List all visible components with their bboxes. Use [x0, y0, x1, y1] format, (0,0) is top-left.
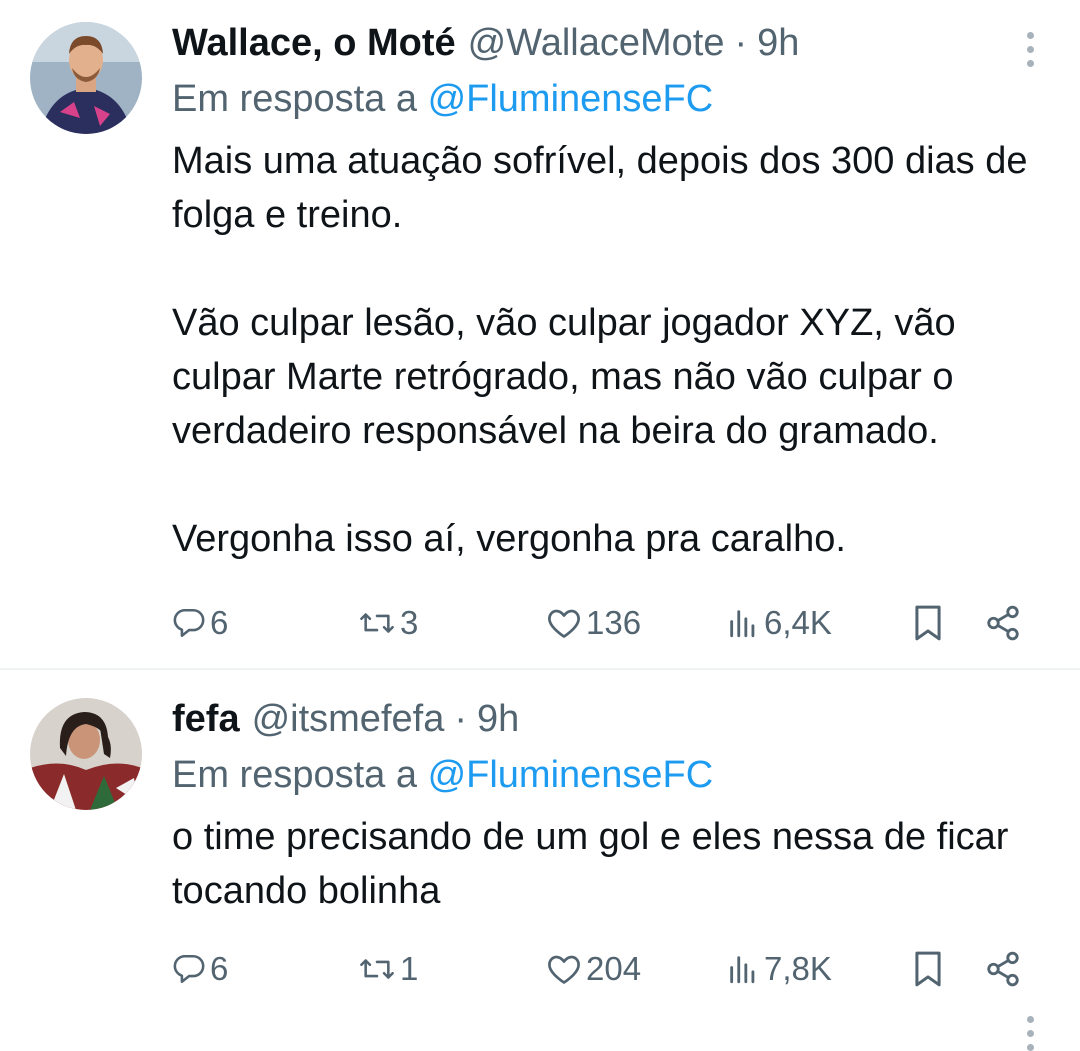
reply-context: Em resposta a @FluminenseFC: [172, 754, 1052, 796]
like-button[interactable]: 136: [546, 598, 641, 648]
tweet-header: Wallace, o Moté @WallaceMote · 9h: [172, 22, 1052, 64]
share-button[interactable]: [984, 944, 1022, 994]
tweet-paragraph: o time precisando de um gol e eles nessa…: [172, 816, 1009, 912]
more-vertical-icon[interactable]: [1024, 32, 1036, 67]
like-button[interactable]: 204: [546, 944, 641, 994]
reply-icon: [173, 608, 205, 638]
reply-prefix: Em resposta a: [172, 754, 417, 796]
avatar-photo: [30, 698, 142, 810]
action-bar: 6 1 204 7,8K: [172, 944, 1030, 994]
bookmark-icon: [915, 951, 941, 987]
views-button[interactable]: 6,4K: [726, 598, 832, 648]
display-name[interactable]: fefa: [172, 698, 240, 740]
reply-context: Em resposta a @FluminenseFC: [172, 78, 1052, 120]
display-name[interactable]: Wallace, o Moté: [172, 22, 456, 64]
views-icon: [730, 610, 755, 638]
avatar[interactable]: [30, 22, 142, 134]
like-count: 136: [586, 604, 642, 641]
repost-count: 3: [400, 604, 419, 641]
share-icon: [987, 605, 1019, 641]
tweet-text: Mais uma atuação sofrível, depois dos 30…: [172, 134, 1052, 566]
tweet-text: o time precisando de um gol e eles nessa…: [172, 810, 1052, 918]
separator: ·: [454, 698, 467, 740]
reply-icon: [173, 954, 205, 984]
tweet-paragraph: Vergonha isso aí, vergonha pra caralho.: [172, 518, 846, 560]
views-button[interactable]: 7,8K: [726, 944, 832, 994]
avatar-photo: [30, 22, 142, 134]
reply-prefix: Em resposta a: [172, 78, 417, 120]
bookmark-icon: [915, 605, 941, 641]
reply-count: 6: [210, 950, 229, 987]
reply-mention-link[interactable]: @FluminenseFC: [428, 754, 714, 796]
tweet[interactable]: Wallace, o Moté @WallaceMote · 9h Em res…: [0, 0, 1080, 670]
timestamp[interactable]: 9h: [757, 22, 799, 64]
heart-icon: [548, 609, 580, 638]
repost-button[interactable]: 3: [358, 598, 418, 648]
tweet-paragraph: Vão culpar lesão, vão culpar jogador XYZ…: [172, 302, 956, 452]
views-icon: [730, 956, 755, 984]
repost-button[interactable]: 1: [358, 944, 418, 994]
reply-button[interactable]: 6: [172, 944, 228, 994]
repost-icon: [360, 613, 394, 633]
action-bar: 6 3 136 6,4K: [172, 598, 1030, 648]
timestamp[interactable]: 9h: [477, 698, 519, 740]
reply-count: 6: [210, 604, 229, 641]
bookmark-button[interactable]: [912, 598, 944, 648]
like-count: 204: [586, 950, 642, 987]
share-icon: [987, 951, 1019, 987]
user-handle[interactable]: @itsmefefa: [252, 698, 445, 740]
tweet-paragraph: Mais uma atuação sofrível, depois dos 30…: [172, 140, 1028, 236]
view-count: 6,4K: [764, 604, 832, 641]
avatar[interactable]: [30, 698, 142, 810]
separator: ·: [734, 22, 748, 64]
repost-icon: [360, 959, 394, 979]
reply-mention-link[interactable]: @FluminenseFC: [428, 78, 714, 120]
repost-count: 1: [400, 950, 419, 987]
heart-icon: [548, 955, 580, 984]
user-handle[interactable]: @WallaceMote: [468, 22, 725, 64]
view-count: 7,8K: [764, 950, 832, 987]
tweet-header: fefa @itsmefefa · 9h: [172, 698, 1052, 740]
more-vertical-icon[interactable]: [1024, 1016, 1036, 1051]
reply-button[interactable]: 6: [172, 598, 228, 648]
bookmark-button[interactable]: [912, 944, 944, 994]
share-button[interactable]: [984, 598, 1022, 648]
